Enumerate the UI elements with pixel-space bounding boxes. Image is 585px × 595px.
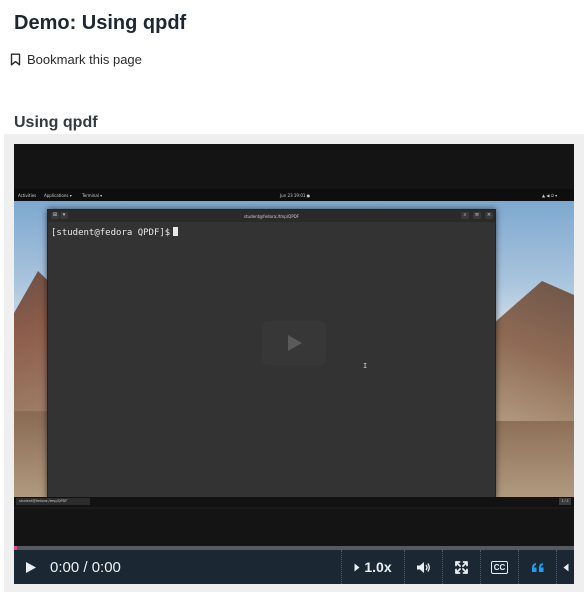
cc-icon: CC (490, 560, 509, 574)
volume-icon (417, 561, 430, 573)
gnome-top-bar: Activities Applications ▾ Terminal ▾ Jun… (14, 189, 574, 201)
more-controls-button[interactable] (556, 550, 574, 584)
section-title: Using qpdf (14, 114, 98, 131)
prompt-text: [student@fedora QPDF]$ (51, 228, 171, 238)
speed-caret-icon (354, 563, 360, 571)
speed-label: 1.0x (364, 559, 392, 575)
text-cursor (173, 227, 179, 236)
volume-button[interactable] (404, 550, 442, 584)
big-play-button[interactable] (262, 321, 326, 365)
video-controls: 0:00 / 0:00 1.0x CC (14, 550, 574, 584)
bookmark-label: Bookmark this page (27, 52, 142, 67)
terminal-titlebar: ⊞ ▾ student@fedora:/tmp/QPDF ⌕ ≡ × (48, 210, 495, 222)
bookmark-button[interactable]: Bookmark this page (10, 52, 142, 67)
big-play-icon (288, 335, 302, 351)
play-icon (26, 561, 36, 573)
fullscreen-icon (455, 560, 468, 574)
video-frame: Activities Applications ▾ Terminal ▾ Jun… (4, 134, 584, 592)
workspace-badge: 1 / 2 (559, 498, 571, 505)
page-title: Demo: Using qpdf (14, 12, 187, 34)
applications-label: Applications ▾ (44, 193, 72, 198)
window-list-bar: student@fedora:/tmp/QPDF 1 / 2 (14, 497, 574, 507)
clock-label: Jun 23 19:01 ● (280, 193, 311, 198)
quote-icon (531, 562, 543, 572)
terminal-menu-label: Terminal ▾ (82, 193, 103, 198)
system-tray-icons: ▲ ◀ ⏻ ▾ (542, 193, 558, 198)
speed-button[interactable]: 1.0x (341, 550, 404, 584)
wallpaper-mountain-right (494, 281, 574, 421)
taskbar-item: student@fedora:/tmp/QPDF (16, 498, 90, 505)
transcript-button[interactable] (518, 550, 556, 584)
play-button[interactable] (14, 550, 48, 584)
terminal-title: student@fedora:/tmp/QPDF (243, 214, 300, 219)
fullscreen-button[interactable] (442, 550, 480, 584)
close-icon: × (485, 212, 493, 219)
bookmark-icon (10, 53, 21, 66)
page: Demo: Using qpdf Bookmark this page Usin… (0, 0, 585, 595)
caret-left-icon (563, 563, 568, 571)
search-icon: ⌕ (461, 212, 469, 219)
time-display: 0:00 / 0:00 (50, 558, 121, 576)
terminal-prompt: [student@fedora QPDF]$ (51, 227, 179, 238)
video-player[interactable]: Activities Applications ▾ Terminal ▾ Jun… (14, 144, 574, 584)
closed-captions-button[interactable]: CC (480, 550, 518, 584)
activities-label: Activities (18, 193, 37, 198)
ibeam-cursor-icon: I (363, 362, 368, 370)
menu-icon: ≡ (473, 212, 481, 219)
